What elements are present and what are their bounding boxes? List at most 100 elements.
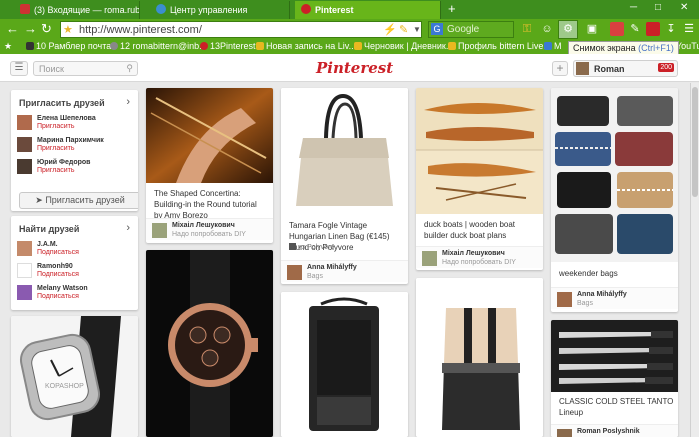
app-icon[interactable] [610, 22, 624, 36]
globe-icon [110, 42, 118, 50]
pin-image [551, 320, 678, 392]
friend-row[interactable]: Елена Шепелова Пригласить [17, 114, 127, 134]
bookmark-draft[interactable]: Черновик | Дневник... [354, 41, 453, 51]
pin-rose-watch[interactable] [146, 250, 273, 437]
pin-concertina[interactable]: The Shaped Concertina: Building-in the R… [146, 88, 273, 243]
pin-attribution[interactable]: Roman Poslyshnik [551, 424, 678, 437]
bookmark-livejournal-new[interactable]: Новая запись на Liv... [256, 41, 356, 51]
dropdown-icon[interactable]: ▼ [413, 25, 421, 34]
pin-watch[interactable]: KOPASHOP [11, 316, 138, 437]
menu-icon[interactable]: ☰ [682, 22, 696, 36]
pin-image [146, 88, 273, 183]
notification-badge[interactable]: 200 [658, 63, 674, 72]
key-icon[interactable]: ⚿ [520, 22, 534, 36]
tab-bar: (3) Входящие — roma.rubzoff@... Центр уп… [0, 0, 699, 19]
edit-icon[interactable]: ✎ [628, 22, 642, 36]
pin-messenger-bag[interactable] [416, 278, 543, 437]
search-placeholder: Google [447, 24, 480, 35]
pin-image [416, 88, 543, 214]
pin-linen-bag[interactable]: Tamara Fogle Vintage Hungarian Linen Bag… [281, 88, 408, 284]
pinterest-icon [200, 42, 208, 50]
tab-inbox[interactable]: (3) Входящие — roma.rubzoff@... [14, 1, 140, 19]
pin-image [416, 278, 543, 437]
friend-row[interactable]: J.A.M. Подписаться [17, 240, 127, 260]
pin-source[interactable]: из Polyvore [289, 243, 334, 251]
screenshot-tooltip: Снимок экрана (Ctrl+F1) [568, 41, 679, 55]
address-bar[interactable]: ★ http://www.pinterest.com/ ⚡ ✎ ▼ [60, 21, 422, 38]
bookmark-rambler[interactable]: 10 Рамблер почта [26, 41, 111, 51]
avatar [422, 251, 437, 266]
rambler-icon [26, 42, 34, 50]
pin-attribution[interactable]: Міхаіл Лешукович Надо попробовать DIY [146, 218, 273, 240]
pin-weekender-bags[interactable]: weekender bags Anna Mihályffy Bags [551, 88, 678, 312]
friend-row[interactable]: Ramonh90 Подписаться [17, 262, 127, 282]
forward-icon[interactable]: → [24, 22, 37, 36]
new-tab-button[interactable]: + [448, 1, 456, 16]
bookmark-star-icon[interactable]: ★ [63, 23, 73, 36]
invite-friends-button[interactable]: ➤ Пригласить друзей [19, 192, 138, 209]
pin-knives[interactable]: CLASSIC COLD STEEL TANTO Lineup Roman Po… [551, 320, 678, 437]
friend-row[interactable]: Марина Пархимчик Пригласить [17, 136, 127, 156]
pin-image [281, 292, 408, 437]
reload-icon[interactable]: ↻ [41, 22, 52, 36]
pinterest-logo[interactable]: Pinterest [316, 59, 393, 77]
search-engine-box[interactable]: G Google [428, 21, 514, 38]
avatar [557, 292, 572, 307]
friend-row[interactable]: Юрий Федоров Пригласить [17, 158, 127, 178]
person-icon[interactable]: ☺ [540, 22, 554, 36]
tab-pinterest[interactable]: Pinterest [295, 1, 441, 19]
scrollbar-thumb[interactable] [692, 87, 698, 197]
pinterest-icon [301, 4, 311, 14]
minimize-icon[interactable]: ─ [630, 2, 637, 13]
chevron-right-icon[interactable]: › [126, 222, 130, 234]
page-scrollbar[interactable] [690, 83, 699, 437]
screenshot-button[interactable]: ⚙ [558, 20, 578, 39]
chevron-right-icon[interactable]: › [126, 96, 130, 108]
bookmarks-star-icon[interactable]: ★ [4, 41, 12, 52]
tab-control-center[interactable]: Центр управления [150, 1, 290, 19]
pin-it-icon[interactable] [646, 22, 660, 36]
pinterest-header: ☰ Поиск ⚲ Pinterest + Roman 200 [0, 54, 699, 82]
bookmark-pinterest[interactable]: 13Pinterest [200, 41, 256, 51]
friend-row[interactable]: Melany Watson Подписаться [17, 284, 127, 304]
download-icon[interactable]: ↧ [664, 22, 678, 36]
folder-icon [448, 42, 456, 50]
bookmark-mail[interactable]: M [544, 41, 562, 51]
avatar [152, 223, 167, 238]
avatar [17, 263, 32, 278]
mail-icon [20, 4, 30, 14]
hamburger-menu-button[interactable]: ☰ [10, 61, 28, 76]
extension-icon[interactable]: ▣ [585, 22, 599, 36]
url-text: http://www.pinterest.com/ [79, 24, 202, 36]
add-pin-button[interactable]: + [552, 61, 568, 76]
bookmark-profile[interactable]: Профиль bittern Live... [448, 41, 551, 51]
pin-attribution[interactable]: Anna Mihályffy Bags [551, 287, 678, 309]
pin-image [146, 250, 273, 437]
close-icon[interactable]: ✕ [680, 2, 688, 13]
mail-icon [544, 42, 552, 50]
pin-image [281, 88, 408, 216]
back-icon[interactable]: ← [6, 22, 19, 36]
pin-attribution[interactable]: Anna Mihályffy Bags [281, 260, 408, 282]
gear-icon [156, 4, 166, 14]
search-input[interactable]: Поиск ⚲ [33, 61, 138, 76]
pin-duck-boats[interactable]: duck boats | wooden boat builder duck bo… [416, 88, 543, 270]
user-menu-button[interactable]: Roman 200 [573, 60, 678, 77]
avatar [576, 62, 589, 75]
bookmark-youtube[interactable]: YouTu [676, 41, 699, 51]
nav-bar: ← → ↻ ★ http://www.pinterest.com/ ⚡ ✎ ▼ … [0, 19, 699, 40]
pin-image [551, 88, 678, 262]
avatar [17, 159, 32, 174]
folder-icon [256, 42, 264, 50]
find-friends-widget: Найти друзей › J.A.M. Подписаться Ramonh… [11, 216, 138, 310]
search-icon[interactable]: ⚲ [126, 63, 133, 74]
pin-backpack[interactable] [281, 292, 408, 437]
avatar [17, 115, 32, 130]
maximize-icon[interactable]: □ [655, 2, 661, 13]
pen-icon[interactable]: ✎ [399, 23, 408, 36]
avatar [17, 241, 32, 256]
watch-image: KOPASHOP [11, 316, 138, 437]
pin-attribution[interactable]: Міхаіл Лешукович Надо попробовать DIY [416, 246, 543, 268]
lightning-icon[interactable]: ⚡ [383, 23, 397, 36]
bookmark-inbox[interactable]: 12 romabittern@inb... [110, 41, 207, 51]
